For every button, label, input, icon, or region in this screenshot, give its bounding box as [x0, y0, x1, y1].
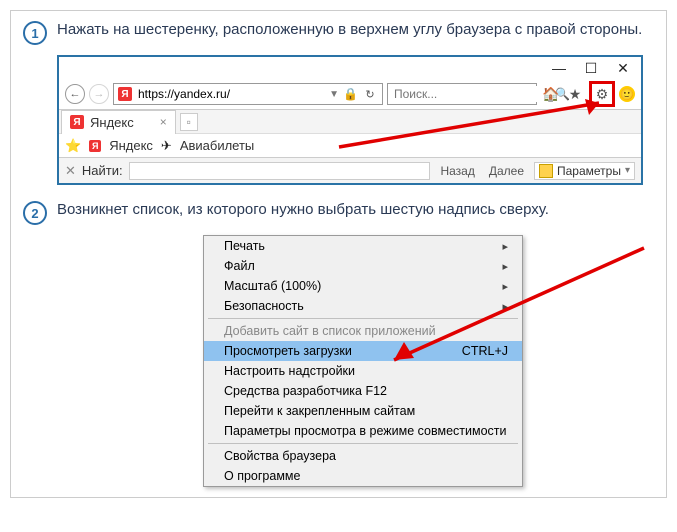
menu-downloads-label: Просмотреть загрузки	[224, 344, 352, 358]
menu-downloads-hotkey: CTRL+J	[462, 344, 508, 358]
step-1-text: Нажать на шестеренку, расположенную в ве…	[57, 19, 654, 45]
context-menu: Печать ▸ Файл ▸ Масштаб (100%) ▸ Безопаснос…	[203, 235, 523, 487]
search-input[interactable]	[392, 86, 551, 102]
url-input[interactable]	[136, 86, 325, 102]
menu-separator	[208, 443, 518, 444]
menu-pinned[interactable]: Перейти к закрепленным сайтам	[204, 401, 522, 421]
find-params-chevron-icon: ▾	[625, 165, 630, 176]
lock-icon: 🔒	[343, 87, 358, 101]
chevron-right-icon: ▸	[502, 280, 508, 293]
menu-f12-label: Средства разработчика F12	[224, 384, 387, 398]
url-dropdown-icon[interactable]: ▼	[329, 89, 339, 100]
chevron-right-icon: ▸	[502, 240, 508, 253]
browser-window: — ☐ ✕ ← → Я ▼ 🔒 ↻ 🔍 🏠 ★ ⚙ 🙂	[57, 55, 643, 185]
tab-yandex[interactable]: Я Яндекс ×	[61, 110, 176, 134]
bookmarks-bar: ⭐ Я Яндекс ✈ Авиабилеты	[59, 133, 641, 157]
step-2-badge: 2	[23, 201, 47, 225]
tab-title: Яндекс	[90, 115, 134, 130]
find-params-label: Параметры	[557, 164, 621, 178]
find-close-icon[interactable]: ✕	[65, 163, 76, 179]
refresh-button[interactable]: ↻	[362, 86, 378, 102]
step-1-badge: 1	[23, 21, 47, 45]
menu-compat-label: Параметры просмотра в режиме совместимос…	[224, 424, 507, 438]
favorites-button[interactable]: ★	[565, 84, 585, 104]
menu-about[interactable]: О программе	[204, 466, 522, 486]
bookmark-yandex[interactable]: Яндекс	[109, 138, 153, 153]
plane-icon: ✈	[161, 138, 172, 154]
menu-addons[interactable]: Настроить надстройки	[204, 361, 522, 381]
smile-icon[interactable]: 🙂	[619, 86, 635, 102]
new-tab-button[interactable]: ▫	[180, 113, 198, 131]
menu-safety-label: Безопасность	[224, 299, 304, 313]
close-window-button[interactable]: ✕	[615, 60, 631, 77]
search-box[interactable]: 🔍	[387, 83, 537, 105]
menu-props[interactable]: Свойства браузера	[204, 446, 522, 466]
menu-about-label: О программе	[224, 469, 300, 483]
menu-pinned-label: Перейти к закрепленным сайтам	[224, 404, 415, 418]
menu-print-label: Печать	[224, 239, 265, 253]
menu-separator	[208, 318, 518, 319]
tab-close-icon[interactable]: ×	[160, 115, 167, 129]
menu-add-app[interactable]: Добавить сайт в список приложений	[204, 321, 522, 341]
menu-safety[interactable]: Безопасность ▸	[204, 296, 522, 316]
tab-strip: Я Яндекс × ▫	[59, 109, 641, 133]
menu-zoom-label: Масштаб (100%)	[224, 279, 321, 293]
minimize-button[interactable]: —	[551, 60, 567, 77]
gear-highlight: ⚙	[589, 81, 615, 107]
forward-button[interactable]: →	[89, 84, 109, 104]
pencil-icon	[539, 164, 553, 178]
menu-downloads[interactable]: Просмотреть загрузки CTRL+J	[204, 341, 522, 361]
window-titlebar: — ☐ ✕	[59, 57, 641, 79]
address-bar[interactable]: Я ▼ 🔒 ↻	[113, 83, 383, 105]
menu-add-app-label: Добавить сайт в список приложений	[224, 324, 436, 338]
step-2-text: Возникнет список, из которого нужно выбр…	[57, 199, 654, 225]
bookmark-avia[interactable]: Авиабилеты	[180, 138, 254, 153]
menu-f12[interactable]: Средства разработчика F12	[204, 381, 522, 401]
gear-icon[interactable]: ⚙	[592, 84, 612, 104]
menu-file-label: Файл	[224, 259, 255, 273]
menu-compat[interactable]: Параметры просмотра в режиме совместимос…	[204, 421, 522, 441]
menu-file[interactable]: Файл ▸	[204, 256, 522, 276]
menu-print[interactable]: Печать ▸	[204, 236, 522, 256]
maximize-button[interactable]: ☐	[583, 60, 599, 77]
find-label: Найти:	[82, 163, 123, 178]
yandex-favicon: Я	[118, 87, 132, 101]
menu-addons-label: Настроить надстройки	[224, 364, 355, 378]
find-input[interactable]	[129, 162, 431, 180]
star-icon: ⭐	[65, 138, 81, 154]
bookmark-yandex-icon: Я	[89, 140, 101, 152]
menu-props-label: Свойства браузера	[224, 449, 336, 463]
find-back-button[interactable]: Назад	[436, 164, 478, 178]
find-next-button[interactable]: Далее	[485, 164, 528, 178]
home-button[interactable]: 🏠	[541, 84, 561, 104]
chevron-right-icon: ▸	[502, 260, 508, 273]
find-bar: ✕ Найти: Назад Далее Параметры ▾	[59, 157, 641, 183]
back-button[interactable]: ←	[65, 84, 85, 104]
tab-favicon: Я	[70, 115, 84, 129]
find-params-button[interactable]: Параметры ▾	[534, 162, 635, 180]
chevron-right-icon: ▸	[502, 300, 508, 313]
menu-zoom[interactable]: Масштаб (100%) ▸	[204, 276, 522, 296]
